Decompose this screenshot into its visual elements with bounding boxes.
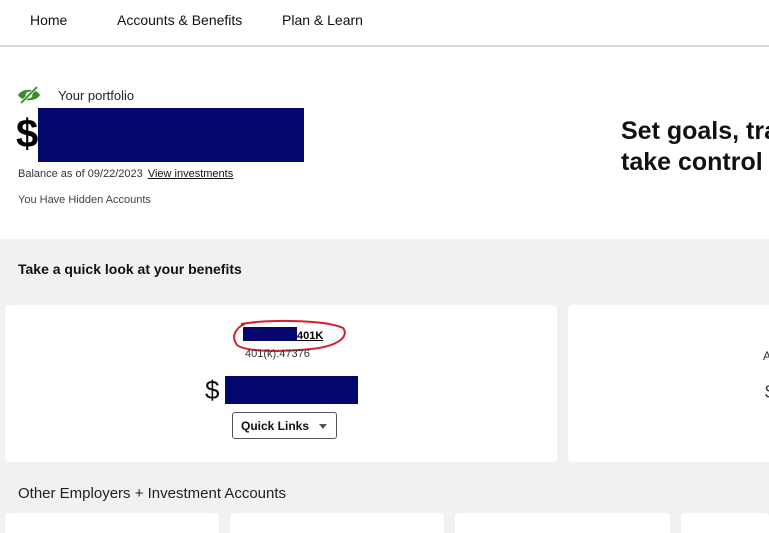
benefits-title: Take a quick look at your benefits — [18, 261, 242, 277]
nav-home[interactable]: Home — [30, 12, 67, 28]
top-navigation: Home Accounts & Benefits Plan & Learn — [0, 0, 769, 47]
eye-slash-icon[interactable] — [17, 86, 41, 104]
card-currency-symbol: $ — [205, 375, 220, 405]
portfolio-section: Your portfolio $ Balance as of 09/22/202… — [0, 48, 769, 239]
balance-as-of: Balance as of 09/22/2023 — [18, 168, 143, 180]
other-account-card-4[interactable] — [681, 513, 769, 533]
other-account-card-1[interactable] — [5, 513, 219, 533]
account-number: 401(k):47376 — [245, 348, 310, 360]
side-card-fragment-2: $ — [765, 382, 769, 403]
benefit-card-401k: 401K 401(k):47376 $ Quick Links — [5, 305, 557, 462]
chevron-down-icon — [319, 424, 327, 429]
balance-date-row: Balance as of 09/22/2023 View investment… — [18, 168, 233, 180]
view-investments-link[interactable]: View investments — [148, 168, 233, 180]
portfolio-currency-symbol: $ — [16, 112, 39, 156]
redacted-balance — [38, 108, 304, 162]
benefits-section: Take a quick look at your benefits 401K … — [0, 239, 769, 533]
quick-links-dropdown[interactable]: Quick Links — [232, 412, 337, 439]
quick-links-label: Quick Links — [241, 418, 310, 433]
redacted-card-balance — [225, 376, 358, 404]
hidden-accounts-note: You Have Hidden Accounts — [18, 194, 151, 206]
other-accounts-title: Other Employers + Investment Accounts — [18, 485, 287, 502]
benefit-card-secondary: A $ — [568, 305, 769, 462]
nav-plan-learn[interactable]: Plan & Learn — [282, 12, 363, 28]
other-account-card-3[interactable] — [455, 513, 670, 533]
portfolio-label: Your portfolio — [58, 88, 135, 103]
nav-accounts-benefits[interactable]: Accounts & Benefits — [117, 12, 242, 28]
side-card-fragment-1: A — [763, 349, 769, 363]
other-account-card-2[interactable] — [230, 513, 444, 533]
promo-line-1: Set goals, tra — [621, 117, 769, 145]
promo-heading: Set goals, tra take control — [621, 116, 769, 178]
promo-line-2: take control — [621, 148, 763, 176]
